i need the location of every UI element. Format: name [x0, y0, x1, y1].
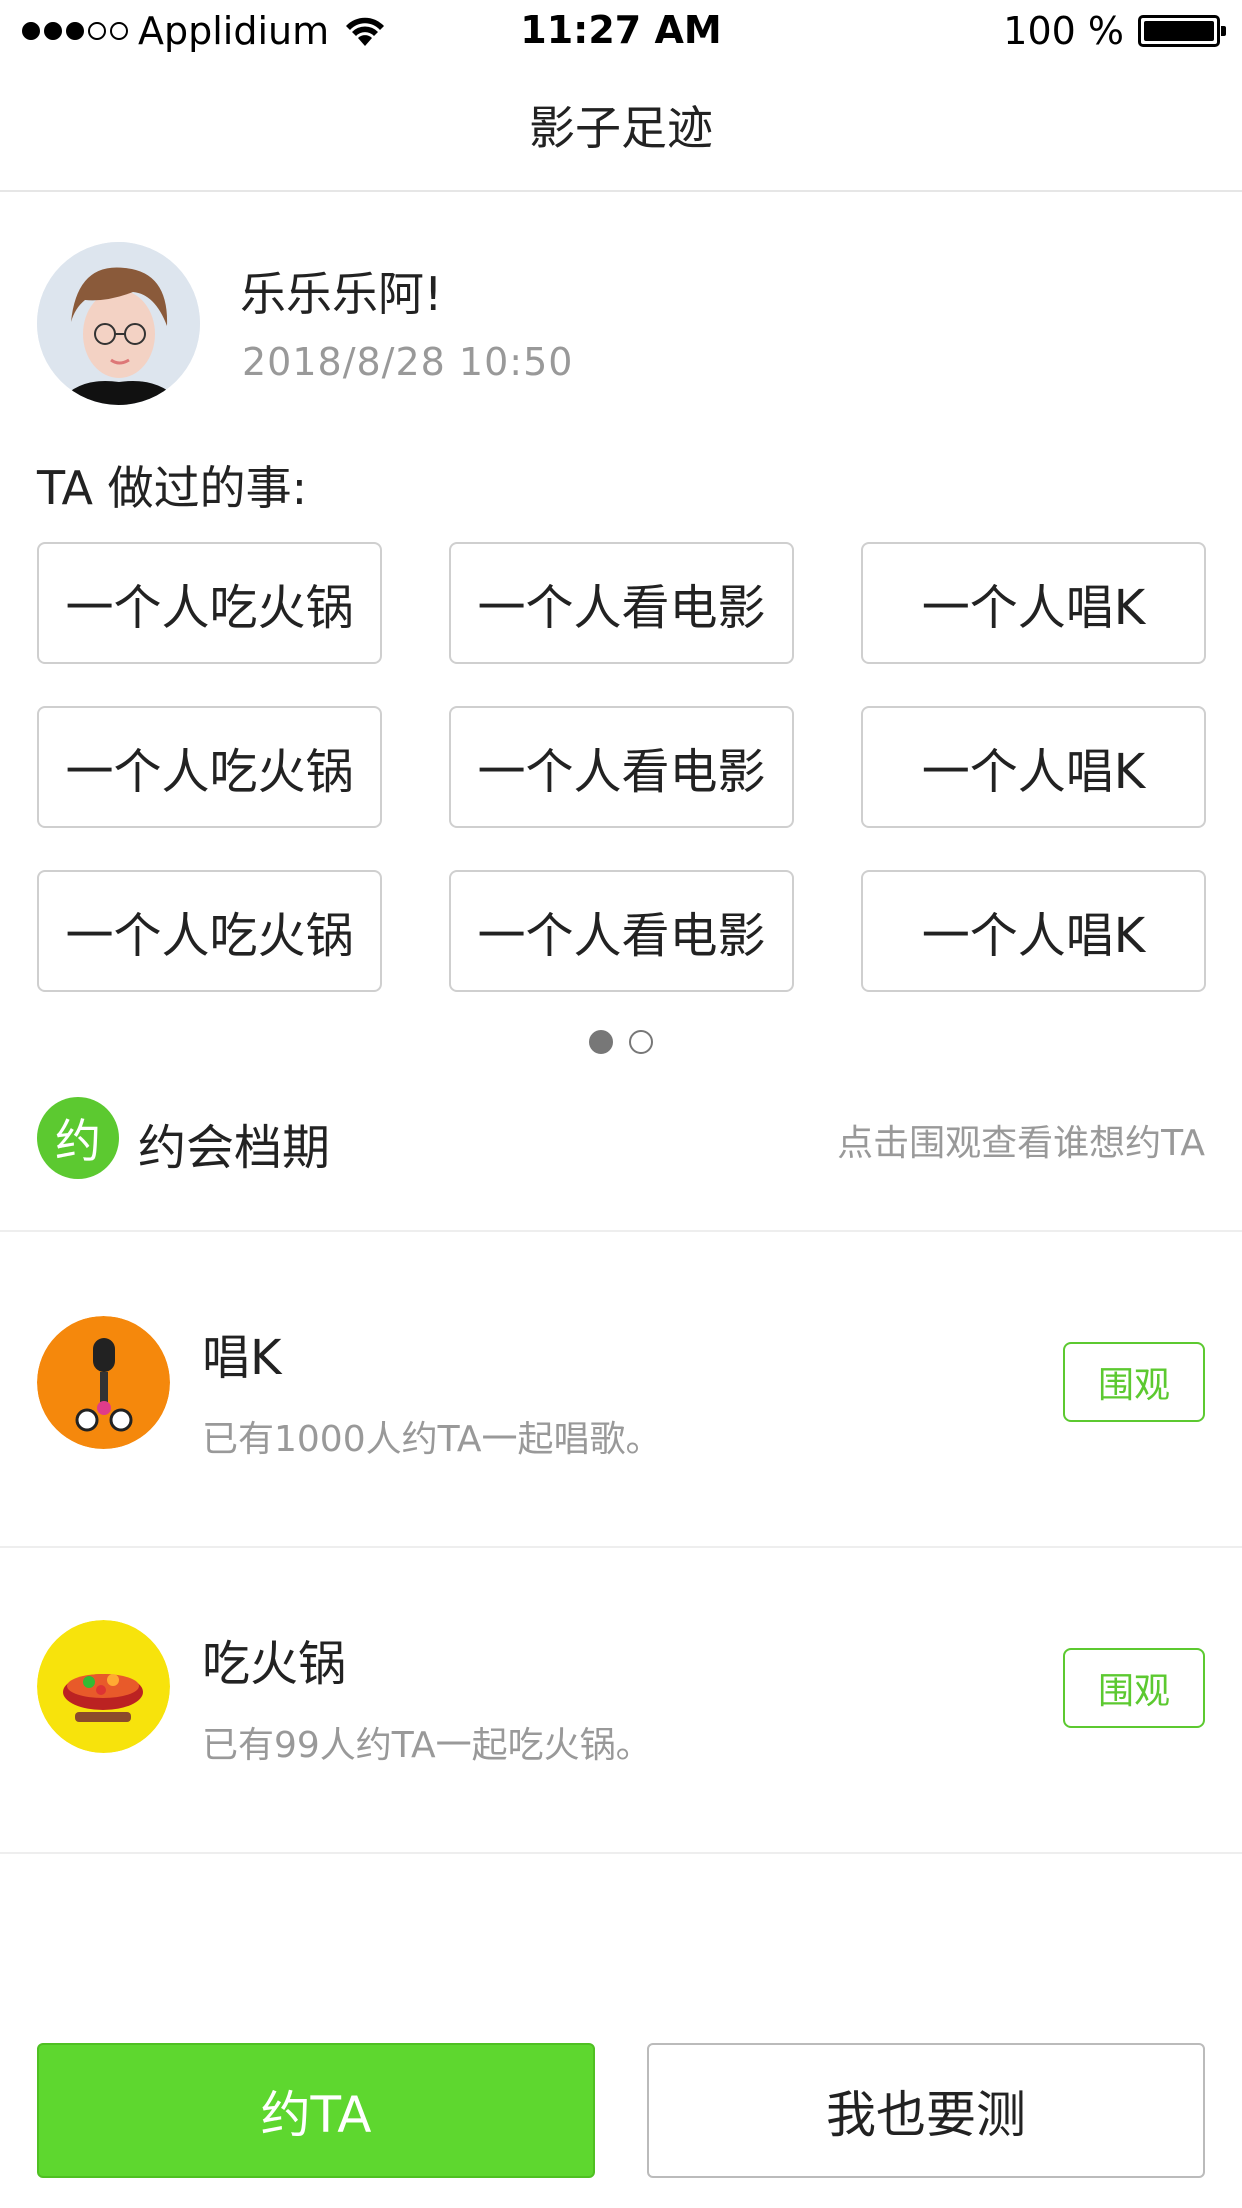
watch-button[interactable]: 围观 [1063, 1648, 1205, 1728]
status-right: 100 % [1003, 8, 1226, 54]
battery-percent: 100 % [1003, 9, 1124, 53]
avatar[interactable] [37, 242, 200, 405]
watch-button[interactable]: 围观 [1063, 1342, 1205, 1422]
tag-button[interactable]: 一个人吃火锅 [37, 870, 382, 992]
section-hint: 点击围观查看谁想约TA [837, 1123, 1205, 1164]
divider [0, 1852, 1242, 1854]
status-bar: Applidium 11:27 AM 100 % [0, 0, 1242, 62]
page-dot[interactable] [629, 1030, 653, 1054]
activity-title: 吃火锅 [202, 1636, 347, 1692]
nav-divider [0, 190, 1242, 192]
tag-button[interactable]: 一个人唱K [861, 706, 1206, 828]
user-name: 乐乐乐阿! [240, 267, 443, 321]
tag-button[interactable]: 一个人看电影 [449, 542, 794, 664]
tag-button[interactable]: 一个人吃火锅 [37, 542, 382, 664]
page-title: 影子足迹 [529, 101, 713, 155]
section-title: 约会档期 [138, 1120, 331, 1176]
activity-desc: 已有1000人约TA一起唱歌。 [202, 1419, 662, 1460]
page-dot-active[interactable] [589, 1030, 613, 1054]
divider [0, 1546, 1242, 1548]
activity-desc: 已有99人约TA一起吃火锅。 [202, 1725, 652, 1766]
tag-button[interactable]: 一个人吃火锅 [37, 706, 382, 828]
test-me-too-button[interactable]: 我也要测 [647, 2043, 1205, 2178]
tag-button[interactable]: 一个人唱K [861, 542, 1206, 664]
date-badge-icon: 约 [37, 1097, 119, 1179]
activity-title: 唱K [202, 1330, 282, 1386]
tag-grid: 一个人吃火锅 一个人看电影 一个人唱K 一个人吃火锅 一个人看电影 一个人唱K … [37, 542, 1206, 992]
microphone-icon [37, 1316, 170, 1449]
tag-button[interactable]: 一个人看电影 [449, 870, 794, 992]
did-things-label: TA 做过的事: [37, 461, 308, 515]
tag-button[interactable]: 一个人唱K [861, 870, 1206, 992]
date-ta-button[interactable]: 约TA [37, 2043, 595, 2178]
tag-button[interactable]: 一个人看电影 [449, 706, 794, 828]
page-indicator[interactable] [0, 1030, 1242, 1054]
battery-icon [1138, 15, 1226, 47]
avatar-image [37, 242, 200, 405]
divider [0, 1230, 1242, 1232]
hotpot-icon [37, 1620, 170, 1753]
post-timestamp: 2018/8/28 10:50 [242, 340, 574, 384]
